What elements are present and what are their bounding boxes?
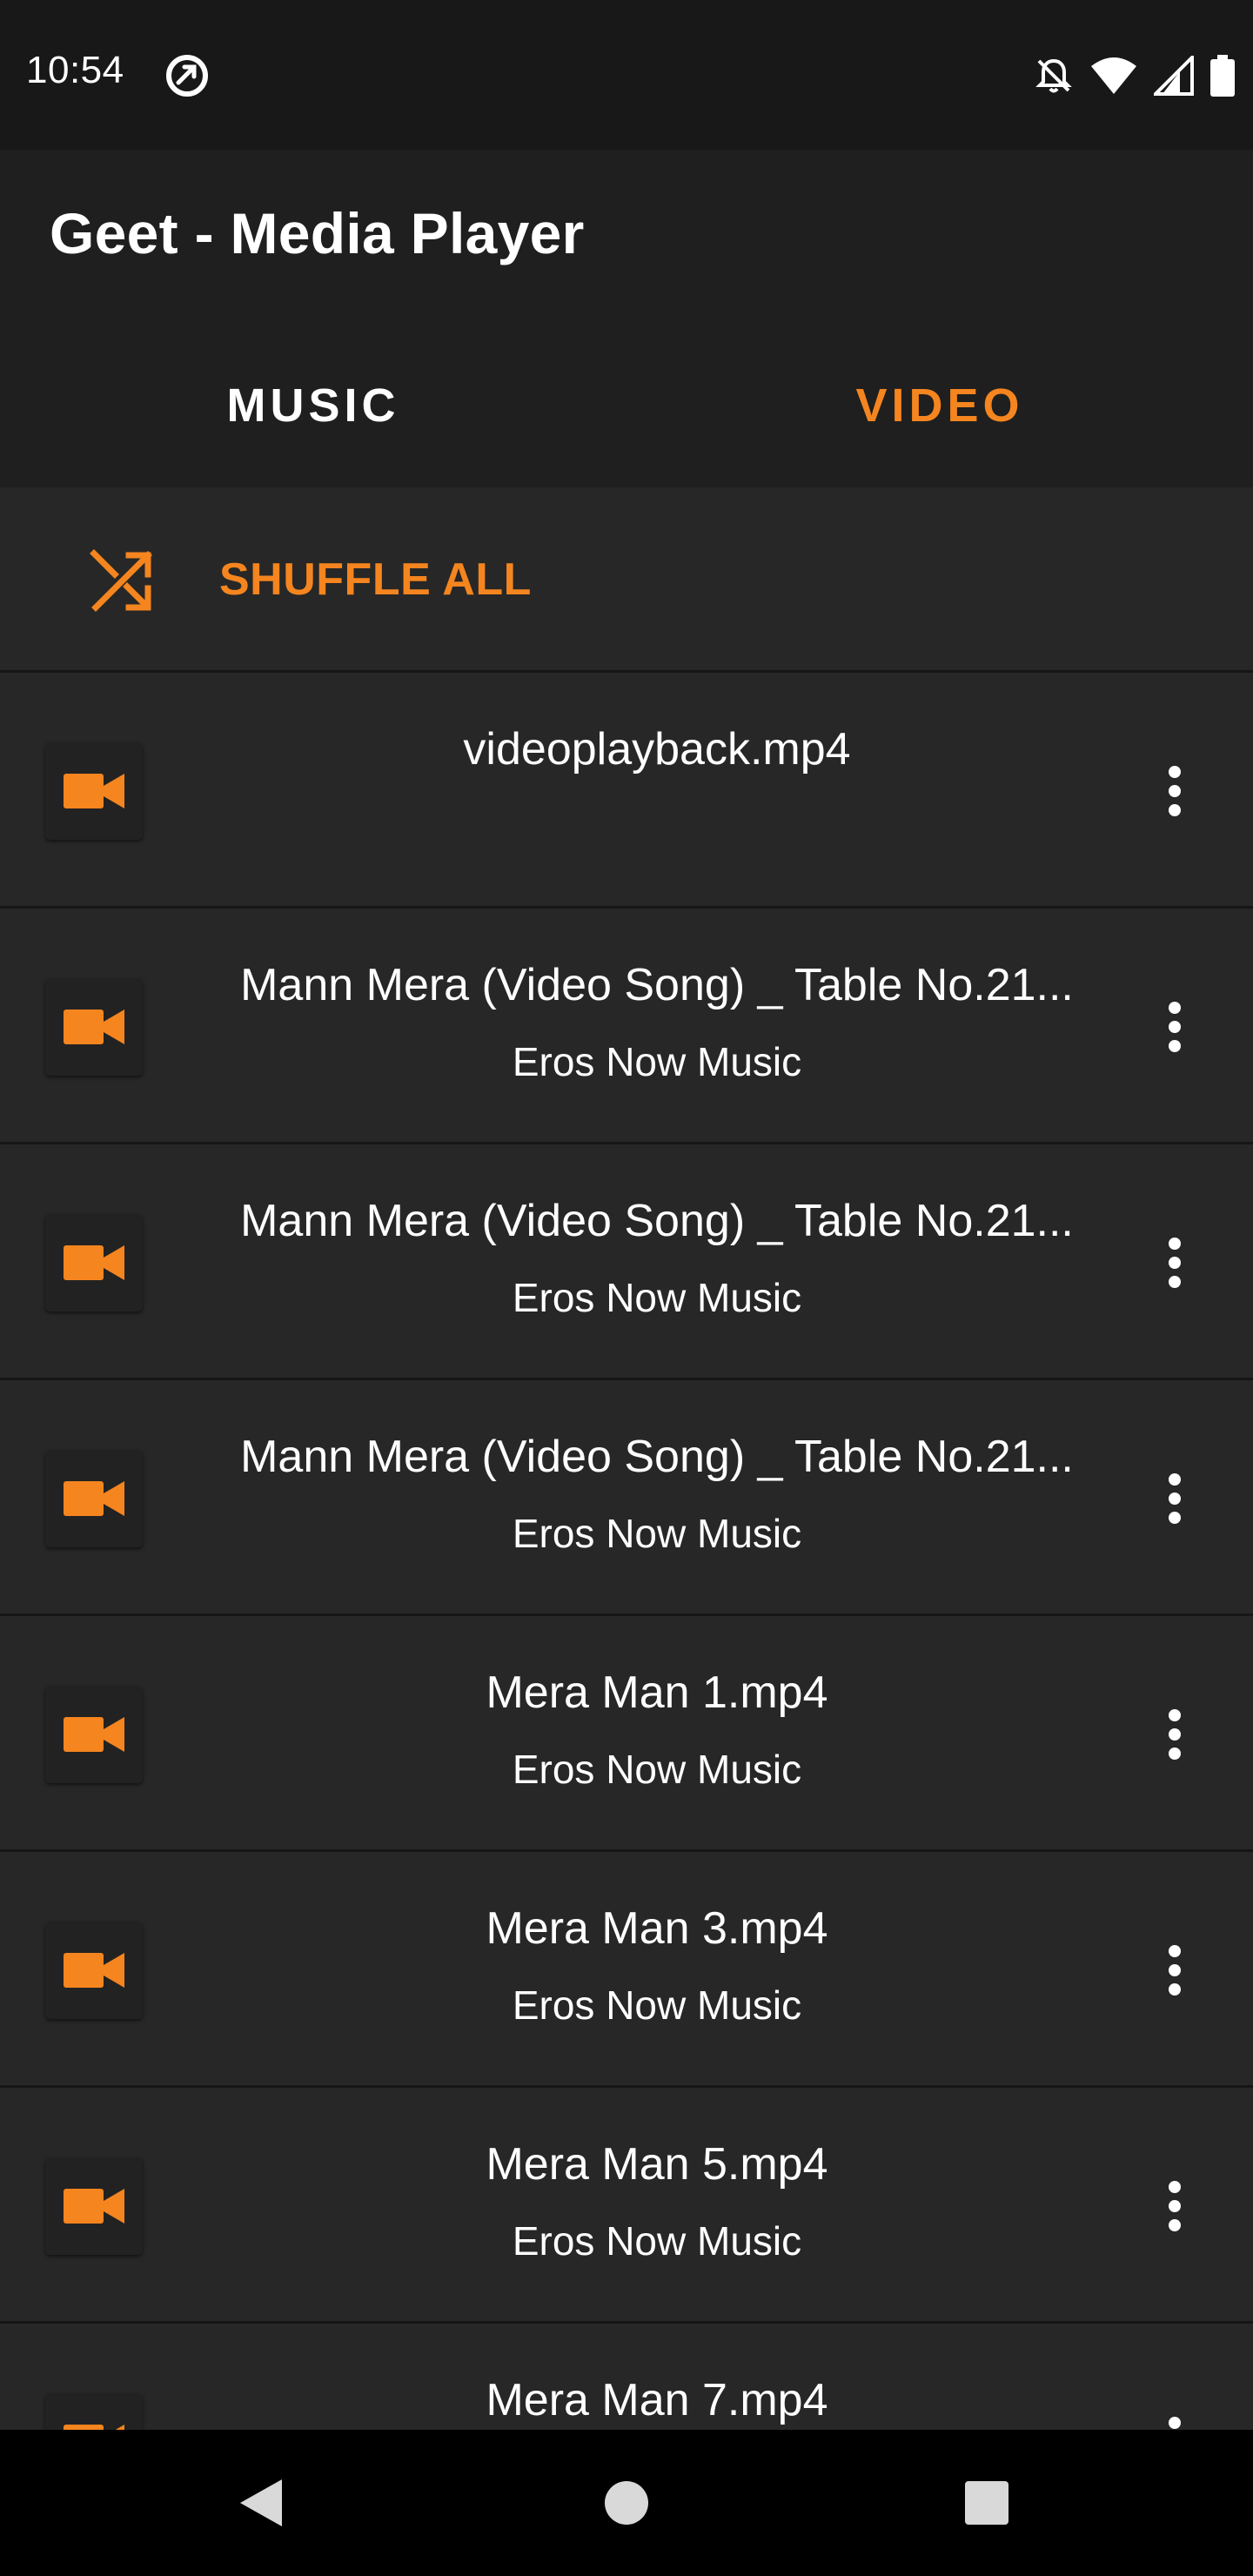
video-camera-icon [64, 1481, 124, 1516]
list-item[interactable]: Mann Mera (Video Song) _ Table No.21... … [0, 1144, 1253, 1380]
app-bar: Geet - Media Player [0, 150, 1253, 324]
app-title: Geet - Media Player [50, 201, 585, 265]
video-title: Mera Man 3.mp4 [486, 1903, 828, 1954]
video-title: Mera Man 7.mp4 [486, 2375, 828, 2425]
more-vert-icon [1169, 2181, 1181, 2231]
more-options-button[interactable] [1131, 1691, 1218, 1778]
more-vert-icon [1169, 1709, 1181, 1760]
video-artist: Eros Now Music [512, 1275, 802, 1320]
list-item-text: videoplayback.mp4 [209, 721, 1105, 850]
video-camera-icon [64, 1245, 124, 1280]
more-options-button[interactable] [1131, 1455, 1218, 1542]
more-vert-icon [1169, 766, 1181, 816]
video-camera-icon [64, 774, 124, 808]
signal-icon [1154, 56, 1194, 96]
video-artist [209, 802, 1105, 850]
video-artist: Eros Now Music [512, 1039, 802, 1084]
app-notification-icon [166, 55, 208, 97]
notifications-off-icon [1035, 58, 1072, 93]
more-vert-icon [1169, 1473, 1181, 1524]
list-item[interactable]: Mera Man 3.mp4 Eros Now Music [0, 1852, 1253, 2088]
video-thumbnail [45, 742, 143, 840]
system-nav-bar [0, 2430, 1253, 2576]
nav-home-button[interactable] [592, 2468, 661, 2538]
home-icon [605, 2481, 648, 2525]
video-title: Mann Mera (Video Song) _ Table No.21... [240, 1432, 1074, 1482]
video-title: Mann Mera (Video Song) _ Table No.21... [240, 1196, 1074, 1246]
recents-icon [965, 2481, 1008, 2525]
more-options-button[interactable] [1131, 2398, 1218, 2430]
video-thumbnail [45, 2393, 143, 2430]
more-vert-icon [1169, 2417, 1181, 2429]
list-item-text: Mann Mera (Video Song) _ Table No.21... … [209, 957, 1105, 1086]
video-camera-icon [64, 1717, 124, 1752]
tab-music[interactable]: MUSIC [0, 324, 626, 487]
video-camera-icon [64, 2425, 124, 2430]
video-title: Mera Man 5.mp4 [486, 2139, 828, 2190]
list-item-text: Mera Man 7.mp4 [209, 2372, 1105, 2430]
tab-video[interactable]: VIDEO [626, 324, 1253, 487]
more-options-button[interactable] [1131, 1927, 1218, 2014]
nav-recents-button[interactable] [952, 2468, 1022, 2538]
more-vert-icon [1169, 1945, 1181, 1996]
video-list[interactable]: SHUFFLE ALL videoplayback.mp4 Mann Mera … [0, 487, 1253, 2430]
video-title: Mann Mera (Video Song) _ Table No.21... [240, 960, 1074, 1010]
more-options-button[interactable] [1131, 748, 1218, 835]
status-bar: 10:54 [0, 0, 1253, 150]
video-camera-icon [64, 2189, 124, 2224]
list-item[interactable]: Mann Mera (Video Song) _ Table No.21... … [0, 909, 1253, 1144]
list-item[interactable]: Mera Man 1.mp4 Eros Now Music [0, 1616, 1253, 1852]
back-icon [240, 2479, 282, 2526]
video-thumbnail [45, 1214, 143, 1311]
video-camera-icon [64, 1010, 124, 1044]
video-thumbnail [45, 1686, 143, 1783]
status-time: 10:54 [26, 49, 124, 91]
list-item[interactable]: videoplayback.mp4 [0, 673, 1253, 909]
video-artist: Eros Now Music [512, 1511, 802, 1556]
list-item-text: Mann Mera (Video Song) _ Table No.21... … [209, 1429, 1105, 1558]
video-title: Mera Man 1.mp4 [486, 1667, 828, 1718]
video-artist: Eros Now Music [512, 2218, 802, 2264]
list-item[interactable]: Mera Man 7.mp4 [0, 2324, 1253, 2430]
video-artist: Eros Now Music [512, 1982, 802, 2028]
video-artist: Eros Now Music [512, 1747, 802, 1792]
list-item[interactable]: Mann Mera (Video Song) _ Table No.21... … [0, 1380, 1253, 1616]
shuffle-all-label: SHUFFLE ALL [219, 554, 532, 605]
video-thumbnail [45, 2157, 143, 2255]
video-thumbnail [45, 1450, 143, 1547]
list-item-text: Mera Man 5.mp4 Eros Now Music [209, 2137, 1105, 2265]
shuffle-icon [90, 549, 152, 612]
shuffle-all-button[interactable]: SHUFFLE ALL [0, 487, 1253, 673]
status-icons [1034, 52, 1236, 99]
video-thumbnail [45, 978, 143, 1076]
list-item-text: Mera Man 3.mp4 Eros Now Music [209, 1901, 1105, 2029]
more-options-button[interactable] [1131, 1219, 1218, 1306]
battery-icon [1210, 55, 1235, 97]
video-camera-icon [64, 1953, 124, 1988]
list-item[interactable]: Mera Man 5.mp4 Eros Now Music [0, 2088, 1253, 2324]
more-options-button[interactable] [1131, 983, 1218, 1070]
nav-back-button[interactable] [226, 2468, 296, 2538]
more-vert-icon [1169, 1002, 1181, 1052]
video-title: videoplayback.mp4 [463, 724, 851, 775]
tab-bar: MUSIC VIDEO [0, 324, 1253, 487]
video-thumbnail [45, 1922, 143, 2019]
list-item-text: Mann Mera (Video Song) _ Table No.21... … [209, 1193, 1105, 1322]
more-options-button[interactable] [1131, 2163, 1218, 2250]
wifi-icon [1091, 57, 1136, 94]
more-vert-icon [1169, 1238, 1181, 1288]
list-item-text: Mera Man 1.mp4 Eros Now Music [209, 1665, 1105, 1794]
